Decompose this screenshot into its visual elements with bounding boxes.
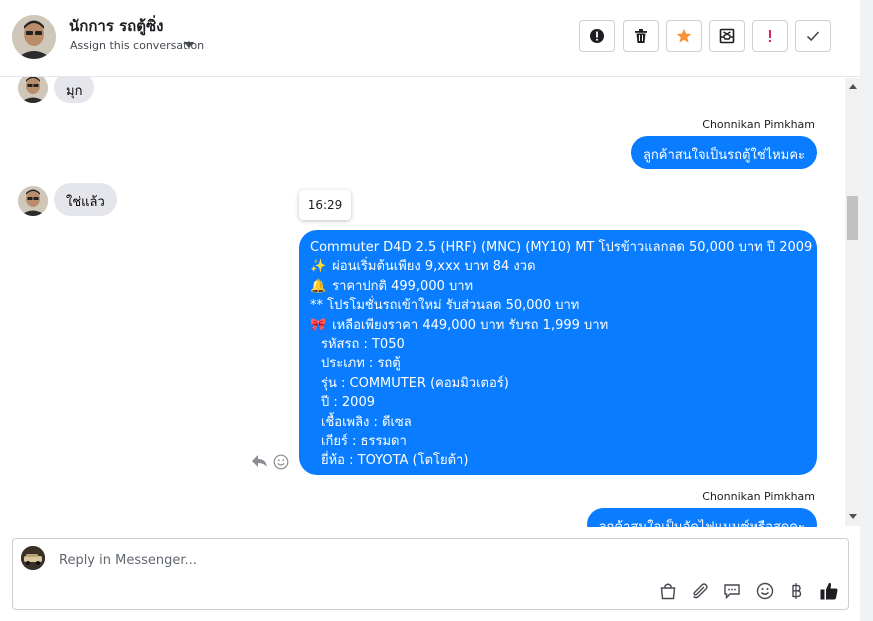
- bag-icon: [660, 583, 676, 600]
- scroll-up-arrow-icon[interactable]: [849, 84, 857, 89]
- reply-button[interactable]: [251, 454, 268, 468]
- contact-avatar-small: [18, 186, 48, 216]
- like-button[interactable]: [819, 581, 839, 601]
- star-button[interactable]: [666, 20, 702, 52]
- incoming-message[interactable]: ใช่แล้ว: [54, 183, 117, 216]
- scrollbar-thumb[interactable]: [847, 196, 858, 240]
- msg-line: เกียร์ : ธรรมดา: [321, 433, 407, 449]
- sender-name: Chonnikan Pimkham: [702, 118, 815, 131]
- avatar-photo: [18, 186, 48, 216]
- attach-button[interactable]: [690, 581, 710, 601]
- incoming-message[interactable]: มุก: [54, 77, 95, 103]
- mark-important-button[interactable]: [752, 20, 788, 52]
- star-icon: [676, 28, 692, 43]
- shop-button[interactable]: [658, 581, 678, 601]
- msg-line-text: ผ่อนเริ่มต้นเพียง 9,xxx บาท 84 งวด: [332, 259, 536, 275]
- react-button[interactable]: [273, 454, 289, 470]
- saved-replies-button[interactable]: [722, 581, 742, 601]
- emoji-icon: [756, 582, 774, 600]
- smiley-icon: [273, 454, 289, 470]
- baht-icon: [792, 583, 802, 599]
- msg-line: ** โปรโมชั่นรถเข้าใหม่ รับส่วนลด 50,000 …: [310, 298, 580, 314]
- msg-line: ประเภท : รถตู้: [321, 356, 401, 372]
- info-icon: [590, 29, 604, 43]
- msg-line: เชื้อเพลิง : ดีเซล: [321, 414, 412, 430]
- check-icon: [806, 31, 820, 42]
- msg-line: ✨ ผ่อนเริ่มต้นเพียง 9,xxx บาท 84 งวด: [310, 257, 806, 276]
- trash-icon: [635, 29, 647, 43]
- payment-button[interactable]: [786, 581, 806, 601]
- message-thread: มุก Chonnikan Pimkham ลูกค้าสนใจเป็นรถตู…: [0, 77, 845, 527]
- bell-icon: 🔔: [310, 278, 327, 294]
- message-timestamp-tooltip: 16:29: [299, 190, 351, 220]
- reply-input[interactable]: [57, 549, 661, 571]
- avatar-photo: [12, 15, 56, 59]
- outgoing-message[interactable]: ลูกค้าสนใจเป็นรถตู้ใช่ไหมคะ: [630, 136, 817, 169]
- info-button[interactable]: [579, 20, 615, 52]
- outgoing-message-long[interactable]: Commuter D4D 2.5 (HRF) (MNC) (MY10) MT โ…: [299, 230, 817, 475]
- outgoing-message[interactable]: ลูกค้าสนใจเป็นจัดไฟแนนซ์หรือสดคะ: [586, 508, 817, 527]
- reply-composer: [12, 538, 849, 610]
- msg-line: ปี : 2009: [321, 395, 375, 411]
- contact-avatar[interactable]: [12, 15, 56, 59]
- conversation-header: นักการ รถตู้ซิ่ง Assign this conversatio…: [0, 0, 860, 77]
- ribbon-icon: 🎀: [310, 317, 327, 333]
- scroll-down-arrow-icon[interactable]: [849, 514, 857, 519]
- move-to-spam-button[interactable]: [709, 20, 745, 52]
- avatar-photo: [18, 77, 48, 103]
- msg-line-text: เหลือเพียงราคา 449,000 บาท รับรถ 1,999 บ…: [332, 317, 609, 333]
- contact-name: นักการ รถตู้ซิ่ง: [69, 17, 164, 35]
- page-avatar: [21, 546, 45, 570]
- thumbs-up-icon: [820, 582, 838, 600]
- contact-avatar-small: [18, 77, 48, 103]
- mark-spam-icon: [719, 28, 735, 44]
- mark-done-button[interactable]: [795, 20, 831, 52]
- sparkles-icon: ✨: [310, 259, 327, 275]
- attach-icon: [693, 583, 708, 599]
- msg-line: ยี่ห้อ : TOYOTA (โตโยต้า): [321, 453, 469, 469]
- emoji-button[interactable]: [755, 581, 775, 601]
- sender-name: Chonnikan Pimkham: [702, 490, 815, 503]
- msg-line: รหัสรถ : T050: [321, 336, 405, 352]
- msg-line: 🎀 เหลือเพียงราคา 449,000 บาท รับรถ 1,999…: [310, 316, 806, 335]
- msg-line-text: ราคาปกติ 499,000 บาท: [332, 278, 474, 294]
- exclamation-icon: [769, 30, 771, 42]
- page-logo-icon: [21, 546, 45, 570]
- thread-scrollbar[interactable]: [845, 78, 860, 526]
- saved-reply-icon: [724, 584, 740, 600]
- page-edge: [860, 0, 873, 621]
- msg-line: Commuter D4D 2.5 (HRF) (MNC) (MY10) MT โ…: [310, 240, 813, 255]
- chevron-down-icon[interactable]: [184, 42, 194, 48]
- msg-line: รุ่น : COMMUTER (คอมมิวเตอร์): [321, 375, 509, 391]
- reply-icon: [252, 455, 267, 467]
- msg-line: 🔔 ราคาปกติ 499,000 บาท: [310, 277, 806, 296]
- delete-button[interactable]: [623, 20, 659, 52]
